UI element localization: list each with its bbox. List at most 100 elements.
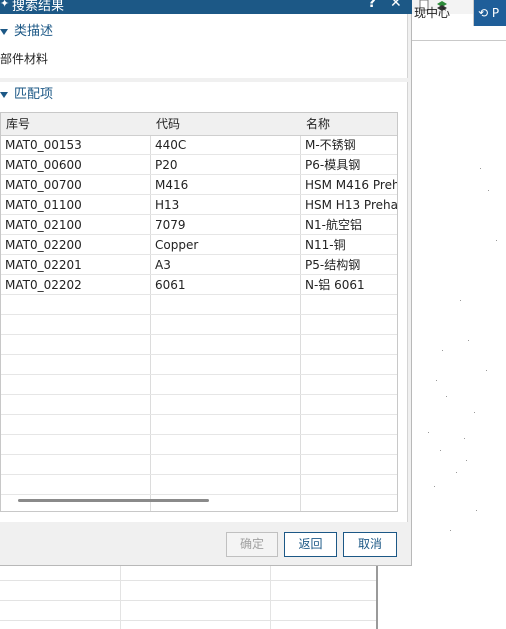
cell-code: H13	[155, 198, 180, 212]
cell-library-id: MAT0_02202	[5, 278, 82, 292]
cell-code	[151, 335, 300, 355]
close-button[interactable]: ✕	[390, 0, 402, 11]
table-row[interactable]: MAT0_02100 7079 N1-航空铝	[1, 215, 397, 235]
tab-p[interactable]: ⟲ P	[474, 0, 506, 26]
cell-library-id: MAT0_00153	[5, 138, 82, 152]
cell-library-id	[1, 435, 150, 455]
cell-name: P6-模具钢	[305, 158, 361, 172]
cell-name	[301, 295, 397, 315]
search-results-dialog: ✦ 搜索结果 ? ✕ 类描述 部件材料 匹配项 库号 代码 名称 MAT0_00…	[0, 0, 412, 566]
class-description-title: 类描述	[14, 24, 54, 39]
cell-code	[151, 475, 300, 495]
cell-name: P5-结构钢	[305, 258, 361, 272]
cell-library-id	[1, 355, 150, 375]
cell-name	[301, 435, 397, 455]
tab-p-label: P	[491, 6, 500, 20]
cell-name	[301, 335, 397, 355]
table-row[interactable]: MAT0_01100 H13 HSM H13 Preha	[1, 195, 398, 215]
cell-code: Copper	[155, 238, 199, 252]
empty-table-row[interactable]	[1, 315, 397, 335]
table-row[interactable]: MAT0_00153 440C M-不锈钢	[1, 135, 397, 155]
cell-name	[301, 355, 397, 375]
cell-name: N-铝 6061	[305, 278, 365, 292]
refresh-icon: ⟲	[478, 6, 489, 20]
cancel-button[interactable]: 取消	[343, 532, 397, 557]
empty-table-row[interactable]	[1, 355, 397, 375]
cell-code: P20	[155, 158, 178, 172]
class-description-header[interactable]: 类描述	[0, 22, 53, 42]
cell-library-id: MAT0_02100	[5, 218, 82, 232]
class-description-panel: 类描述 部件材料	[0, 14, 408, 78]
tab-discovery-center[interactable]: 现中心	[412, 0, 474, 26]
cell-code: A3	[155, 258, 171, 272]
cell-library-id	[1, 315, 150, 335]
cell-code: 7079	[155, 218, 186, 232]
collapse-triangle-icon	[0, 91, 8, 98]
cell-name	[301, 375, 397, 395]
table-row[interactable]: MAT0_00600 P20 P6-模具钢	[1, 155, 397, 175]
empty-table-row[interactable]	[1, 295, 397, 315]
cell-code: 6061	[155, 278, 186, 292]
cell-name	[301, 395, 397, 415]
match-items-table[interactable]: 库号 代码 名称 MAT0_00153 440C M-不锈钢 MAT0_00600 P2…	[0, 112, 398, 512]
background-divider	[376, 566, 378, 629]
empty-table-row[interactable]	[1, 335, 397, 355]
class-description-text: 部件材料	[0, 52, 49, 66]
cell-code: M416	[155, 178, 189, 192]
empty-table-row[interactable]	[1, 455, 397, 475]
dialog-title: 搜索结果	[12, 0, 65, 14]
cell-code: 440C	[155, 138, 187, 152]
empty-table-row[interactable]	[1, 395, 397, 415]
cell-library-id	[1, 335, 150, 355]
cell-name: HSM H13 Preha	[305, 198, 398, 212]
empty-table-row[interactable]	[1, 475, 397, 495]
match-items-title: 匹配项	[14, 87, 54, 102]
table-header: 库号 代码 名称	[1, 113, 397, 136]
table-row[interactable]: MAT0_02201 A3 P5-结构钢	[1, 255, 397, 275]
table-row[interactable]: MAT0_02200 Copper N11-铜	[1, 235, 397, 255]
column-header-name[interactable]: 名称	[301, 113, 397, 135]
cell-library-id	[1, 475, 150, 495]
empty-table-row[interactable]	[1, 415, 397, 435]
cell-name	[301, 315, 397, 335]
horizontal-scrollbar[interactable]	[18, 499, 209, 502]
cell-code	[151, 415, 300, 435]
cell-name: M-不锈钢	[305, 138, 356, 152]
table-row[interactable]: MAT0_02202 6061 N-铝 6061	[1, 275, 397, 295]
ok-button[interactable]: 确定	[226, 532, 278, 557]
dialog-titlebar[interactable]: ✦ 搜索结果 ? ✕	[0, 0, 412, 14]
cell-library-id: MAT0_00600	[5, 158, 82, 172]
column-header-code[interactable]: 代码	[151, 113, 300, 135]
cell-code	[151, 435, 300, 455]
help-button[interactable]: ?	[368, 0, 376, 11]
cell-name	[301, 475, 397, 495]
cell-code	[151, 375, 300, 395]
cell-name: HSM M416 Preh	[305, 178, 398, 192]
column-header-library-id[interactable]: 库号	[1, 113, 150, 135]
back-button[interactable]: 返回	[284, 532, 337, 557]
cell-code	[151, 395, 300, 415]
cell-library-id: MAT0_02201	[5, 258, 82, 272]
cell-library-id: MAT0_01100	[5, 198, 82, 212]
cell-name	[301, 455, 397, 475]
table-row[interactable]: MAT0_00700 M416 HSM M416 Preh	[1, 175, 398, 195]
cell-code	[151, 455, 300, 475]
cell-name: N1-航空铝	[305, 218, 362, 232]
cell-code	[151, 315, 300, 335]
dialog-app-icon: ✦	[0, 0, 10, 10]
background-grid	[0, 566, 376, 629]
cell-name	[301, 415, 397, 435]
cell-library-id	[1, 415, 150, 435]
match-items-header[interactable]: 匹配项	[0, 85, 53, 105]
cell-library-id	[1, 395, 150, 415]
empty-table-row[interactable]	[1, 375, 397, 395]
cell-library-id: MAT0_00700	[5, 178, 82, 192]
cell-name: N11-铜	[305, 238, 346, 252]
cell-library-id	[1, 455, 150, 475]
cell-code	[151, 295, 300, 315]
cell-code	[151, 355, 300, 375]
collapse-triangle-icon	[0, 28, 8, 35]
cell-library-id: MAT0_02200	[5, 238, 82, 252]
empty-table-row[interactable]	[1, 435, 397, 455]
cell-library-id	[1, 295, 150, 315]
